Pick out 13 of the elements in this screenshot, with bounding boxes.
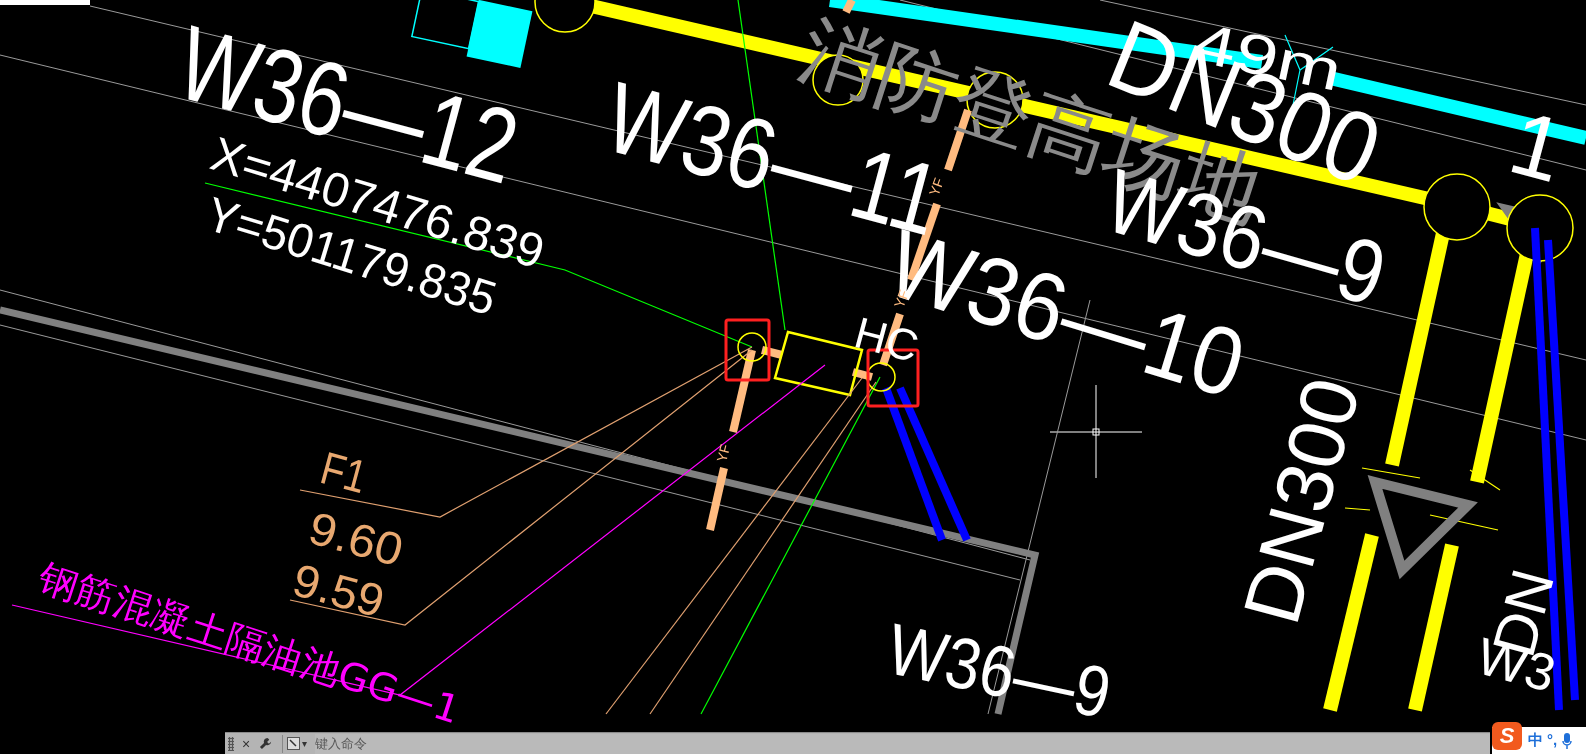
ime-logo[interactable]: S [1492,721,1522,750]
pipe-id-label: 1 [1500,91,1575,202]
close-button[interactable]: × [238,736,254,751]
microphone-icon[interactable] [1562,732,1573,749]
command-input[interactable]: 键入命令 [315,733,1490,754]
wrench-icon [258,737,272,750]
elevation-label: F1 [315,441,381,506]
prompt-icon [287,737,300,750]
recent-commands-button[interactable]: ▾ [287,736,307,751]
input-mode-toggle[interactable]: 中 [1528,729,1543,752]
punctuation-toggle[interactable]: °, [1547,729,1558,752]
pipe-code-label: YF [713,442,734,464]
grip-icon[interactable] [228,736,234,751]
